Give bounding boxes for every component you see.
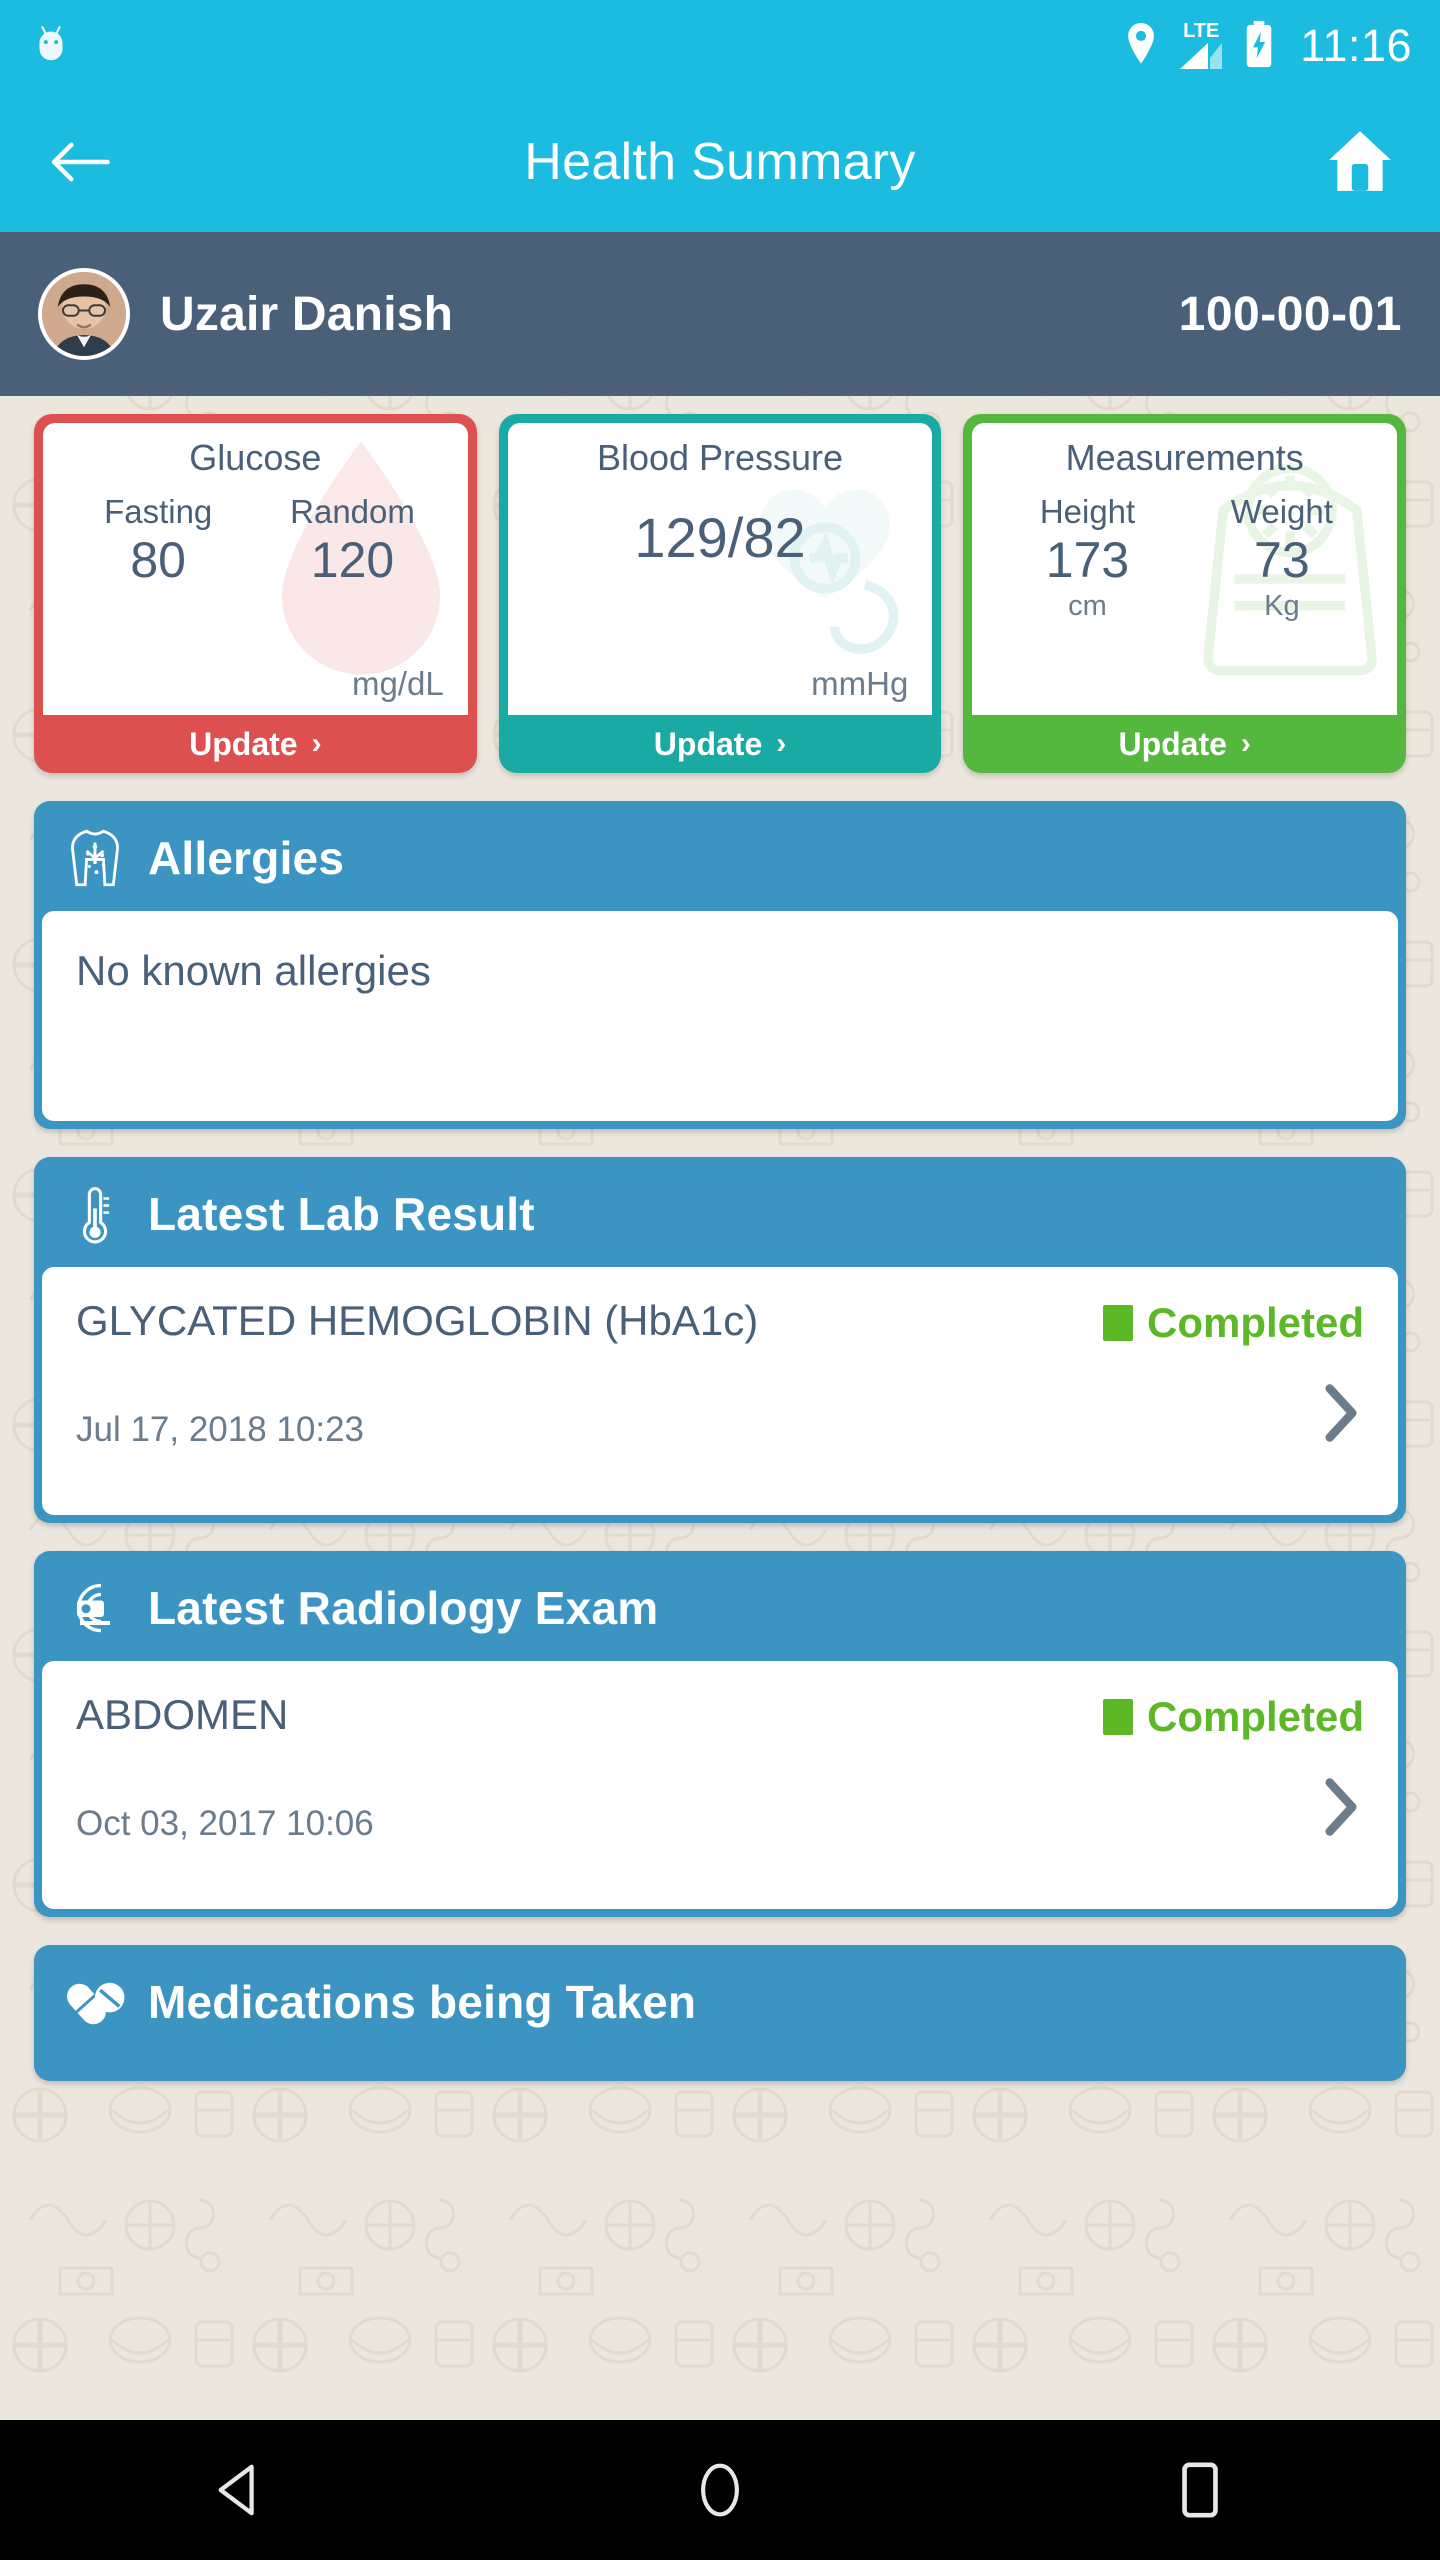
nav-recents-square-icon[interactable] <box>1120 2420 1280 2560</box>
home-icon[interactable] <box>1320 122 1400 202</box>
location-pin-icon <box>1124 22 1158 70</box>
measurements-height: Height 173 cm <box>990 493 1184 623</box>
lab-result-section[interactable]: Latest Lab Result GLYCATED HEMOGLOBIN (H… <box>34 1157 1406 1523</box>
glucose-fasting-value: 80 <box>130 532 186 588</box>
radiology-item[interactable]: ABDOMEN Completed Oct 03, 2017 10:06 <box>42 1661 1398 1909</box>
measurements-card[interactable]: Measurements Height 173 cm Weight 73 Kg <box>963 414 1407 773</box>
medications-section[interactable]: Medications being Taken <box>34 1945 1406 2081</box>
network-type-label: LTE <box>1183 20 1220 42</box>
height-value: 173 <box>1045 532 1130 588</box>
blood-pressure-unit: mmHg <box>811 665 909 702</box>
allergy-torso-icon <box>64 827 126 889</box>
weight-label: Weight <box>1230 493 1333 530</box>
allergies-body: No known allergies <box>42 911 1398 1121</box>
radiology-name: ABDOMEN <box>76 1691 289 1738</box>
glucose-random-value: 120 <box>310 532 395 588</box>
vitals-cards-row: Glucose Fasting 80 Random 120 mg/dL Upda… <box>34 414 1407 773</box>
status-square-icon <box>1102 1699 1133 1735</box>
measurements-update-label: Update <box>1118 725 1227 762</box>
glucose-fasting-label: Fasting <box>104 493 213 530</box>
xray-machine-icon <box>64 1577 126 1639</box>
blood-pressure-card[interactable]: Blood Pressure 129/82 mmHg Update › <box>498 414 942 773</box>
patient-bar[interactable]: Uzair Danish 100-00-01 <box>0 232 1440 396</box>
glucose-random-label: Random <box>290 493 415 530</box>
blood-pressure-update-button[interactable]: Update › <box>499 715 942 773</box>
status-square-icon <box>1102 1305 1133 1341</box>
glucose-fasting: Fasting 80 <box>61 493 255 588</box>
blood-pressure-update-label: Update <box>653 725 763 762</box>
app-bar: Health Summary <box>0 92 1440 232</box>
battery-charging-icon <box>1244 20 1274 73</box>
measurements-weight: Weight 73 Kg <box>1185 493 1379 623</box>
avatar <box>38 268 130 360</box>
blood-pressure-title: Blood Pressure <box>596 437 844 478</box>
radiology-title: Latest Radiology Exam <box>148 1582 659 1634</box>
radiology-section[interactable]: Latest Radiology Exam ABDOMEN Completed … <box>34 1551 1406 1917</box>
android-mascot-icon <box>28 21 74 72</box>
status-badge: Completed <box>1102 1297 1364 1347</box>
lab-result-name: GLYCATED HEMOGLOBIN (HbA1c) <box>76 1297 759 1344</box>
status-bar: LTE 11:16 <box>0 0 1440 92</box>
patient-name: Uzair Danish <box>160 287 454 341</box>
chevron-right-icon: › <box>776 727 787 760</box>
chevron-right-icon[interactable] <box>1318 1775 1364 1844</box>
allergies-section[interactable]: Allergies No known allergies <box>34 801 1406 1129</box>
blood-pressure-value: 129/82 <box>634 506 806 569</box>
measurements-title: Measurements <box>1065 437 1304 478</box>
nav-back-triangle-icon[interactable] <box>160 2420 320 2560</box>
pills-icon <box>64 1971 126 2033</box>
page-title: Health Summary <box>524 133 916 191</box>
lab-result-title: Latest Lab Result <box>148 1188 535 1240</box>
height-unit: cm <box>1068 590 1107 622</box>
radiology-status: Completed <box>1146 1693 1364 1740</box>
radiology-header: Latest Radiology Exam <box>34 1551 1406 1661</box>
height-label: Height <box>1039 493 1136 530</box>
allergies-text: No known allergies <box>76 947 431 994</box>
scroll-content: Glucose Fasting 80 Random 120 mg/dL Upda… <box>0 396 1440 2420</box>
measurements-card-body: Measurements Height 173 cm Weight 73 Kg <box>972 423 1398 715</box>
chevron-right-icon[interactable] <box>1318 1381 1364 1450</box>
medications-header: Medications being Taken <box>34 1945 1406 2073</box>
measurements-update-button[interactable]: Update › <box>963 715 1406 773</box>
android-navigation-bar <box>0 2420 1440 2560</box>
glucose-title: Glucose <box>189 437 322 478</box>
signal-bars-icon: LTE <box>1178 21 1224 71</box>
weight-unit: Kg <box>1264 590 1300 622</box>
glucose-update-button[interactable]: Update › <box>34 715 477 773</box>
radiology-date: Oct 03, 2017 10:06 <box>76 1804 374 1843</box>
medications-title: Medications being Taken <box>148 1976 697 2028</box>
lab-result-header: Latest Lab Result <box>34 1157 1406 1267</box>
glucose-card-body: Glucose Fasting 80 Random 120 mg/dL <box>43 423 468 715</box>
glucose-card[interactable]: Glucose Fasting 80 Random 120 mg/dL Upda… <box>34 414 477 773</box>
allergies-header: Allergies <box>34 801 1406 911</box>
clock-time: 11:16 <box>1300 20 1412 71</box>
chevron-right-icon: › <box>1240 727 1251 760</box>
weight-value: 73 <box>1254 532 1310 588</box>
nav-home-circle-icon[interactable] <box>640 2420 800 2560</box>
chevron-right-icon: › <box>311 727 322 760</box>
lab-result-item[interactable]: GLYCATED HEMOGLOBIN (HbA1c) Completed Ju… <box>42 1267 1398 1515</box>
status-badge: Completed <box>1102 1691 1364 1741</box>
back-arrow-icon[interactable] <box>40 122 120 202</box>
lab-result-date: Jul 17, 2018 10:23 <box>76 1410 365 1449</box>
lab-result-status: Completed <box>1146 1299 1364 1346</box>
allergies-title: Allergies <box>148 832 345 884</box>
glucose-update-label: Update <box>189 725 298 762</box>
thermometer-icon <box>64 1183 126 1245</box>
blood-pressure-card-body: Blood Pressure 129/82 mmHg <box>507 423 933 715</box>
glucose-random: Random 120 <box>255 493 449 588</box>
patient-mrn: 100-00-01 <box>1178 287 1402 341</box>
glucose-unit: mg/dL <box>351 665 444 702</box>
